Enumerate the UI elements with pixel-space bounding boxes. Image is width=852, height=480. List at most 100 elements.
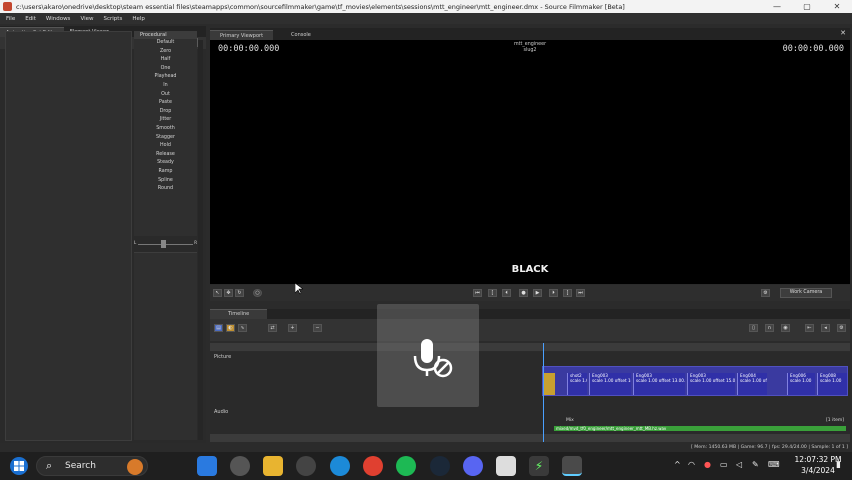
next-frame-icon[interactable]: ⏵: [549, 289, 558, 297]
shot-strip[interactable]: shot2scale 1.00 Eng003scale 1.00 offset …: [542, 366, 848, 396]
prev-frame-icon[interactable]: ⏴: [502, 289, 511, 297]
select-tool-icon[interactable]: ↖: [213, 289, 222, 297]
picture-track-label[interactable]: Picture: [214, 354, 231, 360]
close-icon[interactable]: ✕: [840, 29, 846, 37]
procedural-one[interactable]: One: [134, 65, 197, 74]
record-icon[interactable]: ●: [519, 289, 528, 297]
minimize-button[interactable]: —: [762, 2, 792, 11]
taskbar-search[interactable]: ⌕ Search: [36, 456, 148, 476]
clip-eng003-b[interactable]: Eng003 scale 1.00 offset 13.00...: [633, 373, 685, 395]
audio-clip[interactable]: mixed/mvd_tf0_engineer/mtt_engineer_mtt_…: [554, 426, 846, 431]
procedural-in[interactable]: In: [134, 82, 197, 91]
play-icon[interactable]: ▶: [533, 289, 542, 297]
procedural-round[interactable]: Round: [134, 185, 197, 194]
procedural-playhead[interactable]: Playhead: [134, 73, 197, 82]
timeline-settings-icon[interactable]: ⚙: [837, 324, 846, 332]
procedural-half[interactable]: Half: [134, 56, 197, 65]
clip-eng003-a[interactable]: Eng003scale 1.00 offset 10.00...: [589, 373, 631, 395]
snap-icon[interactable]: ◉: [781, 324, 790, 332]
procedural-jitter[interactable]: Jitter: [134, 116, 197, 125]
zoom-fit-icon[interactable]: ⇤: [805, 324, 814, 332]
clip-start[interactable]: [543, 373, 555, 395]
clip-eng006[interactable]: Eng006 scale 1.00: [787, 373, 815, 395]
menu-view[interactable]: View: [80, 16, 93, 22]
step-forward-icon[interactable]: ]: [563, 289, 572, 297]
procedural-hold[interactable]: Hold: [134, 142, 197, 151]
pivot-tool-icon[interactable]: ○: [253, 289, 262, 297]
graph-editor-icon[interactable]: ∿: [238, 324, 247, 332]
clip-editor-icon[interactable]: ▤: [214, 324, 223, 332]
procedural-ramp[interactable]: Ramp: [134, 168, 197, 177]
pen-icon[interactable]: ✎: [752, 460, 759, 469]
step-back-icon[interactable]: [: [488, 289, 497, 297]
procedural-release[interactable]: Release: [134, 151, 197, 160]
procedural-paste[interactable]: Paste: [134, 99, 197, 108]
roblox-icon[interactable]: [496, 456, 516, 476]
wifi-icon[interactable]: ◠: [688, 460, 695, 469]
tab-timeline[interactable]: Timeline: [210, 309, 268, 319]
settings-icon[interactable]: [230, 456, 250, 476]
windows-start-icon[interactable]: [10, 457, 28, 475]
magnet-icon[interactable]: ∩: [765, 324, 774, 332]
add-track-icon[interactable]: +: [288, 324, 297, 332]
file-explorer-icon[interactable]: [263, 456, 283, 476]
slider-knob[interactable]: [161, 240, 166, 248]
bolt-app-icon[interactable]: ⚡: [529, 456, 549, 476]
notification-icon[interactable]: ▮: [836, 460, 841, 470]
lock-icon[interactable]: ▯: [749, 324, 758, 332]
source-filmmaker-taskbar-icon[interactable]: [562, 456, 582, 476]
clip-eng003-c[interactable]: Eng003 scale 1.00 offset 15.0...: [687, 373, 735, 395]
audio-track-label[interactable]: Audio: [214, 409, 228, 415]
spotify-icon[interactable]: [396, 456, 416, 476]
playhead[interactable]: [543, 343, 544, 442]
clip-eng004[interactable]: Eng004scale 1.00 offset: [737, 373, 767, 395]
procedural-spline[interactable]: Spline: [134, 177, 197, 186]
tray-chevron-icon[interactable]: ^: [674, 460, 681, 469]
maximize-button[interactable]: ▢: [792, 2, 822, 11]
procedural-header[interactable]: Procedural: [134, 31, 197, 39]
edge-icon[interactable]: [330, 456, 350, 476]
rotate-tool-icon[interactable]: ↻: [235, 289, 244, 297]
camera-settings-icon[interactable]: ⚙: [761, 289, 770, 297]
clock-app-icon[interactable]: [296, 456, 316, 476]
primary-viewport[interactable]: 00:00:00.000 00:00:00.000 mtt_engineer s…: [210, 40, 850, 284]
remove-track-icon[interactable]: −: [313, 324, 322, 332]
language-icon[interactable]: ⌨: [768, 460, 780, 469]
clip-shot2[interactable]: shot2scale 1.00: [567, 373, 587, 395]
procedural-out[interactable]: Out: [134, 91, 197, 100]
volume-icon[interactable]: ◁: [736, 460, 742, 469]
menu-edit[interactable]: Edit: [25, 16, 36, 22]
move-tool-icon[interactable]: ✥: [224, 289, 233, 297]
procedural-default[interactable]: Default: [134, 39, 197, 48]
timeline-tool-icon[interactable]: ⇄: [268, 324, 277, 332]
property-list[interactable]: [134, 252, 197, 440]
procedural-steady[interactable]: Steady: [134, 159, 197, 168]
animation-set-list[interactable]: [5, 31, 132, 441]
work-camera-button[interactable]: Work Camera: [780, 288, 832, 298]
discord-icon[interactable]: [463, 456, 483, 476]
skip-start-icon[interactable]: ⏮: [473, 289, 482, 297]
left-panel-scrollbar[interactable]: [198, 40, 203, 440]
menu-scripts[interactable]: Scripts: [104, 16, 123, 22]
tab-primary-viewport[interactable]: Primary Viewport: [210, 30, 274, 40]
mic-tray-icon[interactable]: ●: [704, 460, 711, 469]
motion-editor-icon[interactable]: ◐: [226, 324, 235, 332]
clip-eng008[interactable]: Eng008 scale 1.00: [817, 373, 847, 395]
timeline-bottom-ruler[interactable]: [210, 434, 850, 442]
menu-help[interactable]: Help: [132, 16, 145, 22]
chrome-icon[interactable]: [363, 456, 383, 476]
zoom-out-icon[interactable]: ◂: [821, 324, 830, 332]
tab-console[interactable]: Console: [273, 30, 329, 40]
procedural-smooth[interactable]: Smooth: [134, 125, 197, 134]
menu-file[interactable]: File: [6, 16, 15, 22]
store-icon[interactable]: [197, 456, 217, 476]
steam-icon[interactable]: [430, 456, 450, 476]
procedural-stagger[interactable]: Stagger: [134, 134, 197, 143]
procedural-zero[interactable]: Zero: [134, 48, 197, 57]
timeline-ruler[interactable]: [210, 343, 850, 351]
procedural-drop[interactable]: Drop: [134, 108, 197, 117]
skip-end-icon[interactable]: ⏭: [576, 289, 585, 297]
balance-slider[interactable]: L R: [134, 238, 197, 250]
close-button[interactable]: ✕: [822, 2, 852, 11]
menu-windows[interactable]: Windows: [46, 16, 71, 22]
